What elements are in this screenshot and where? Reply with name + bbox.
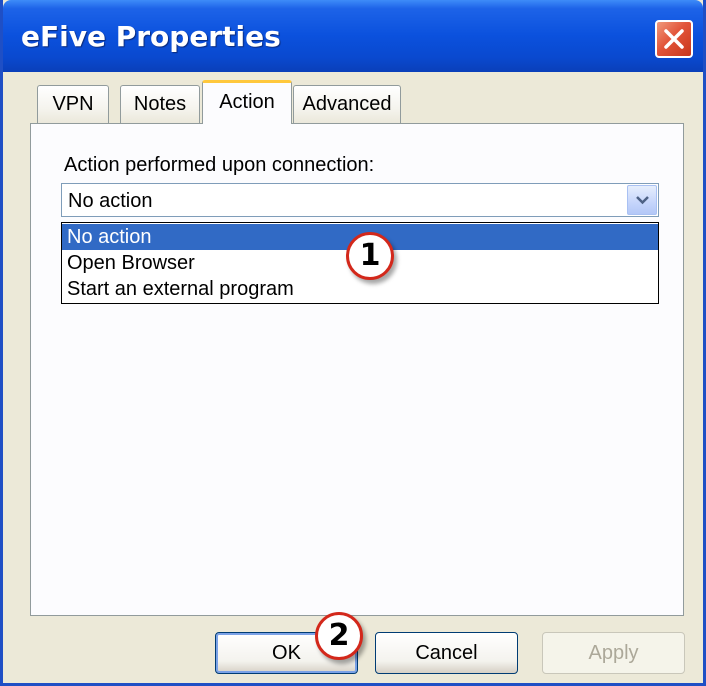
- action-label: Action performed upon connection:: [64, 154, 375, 176]
- properties-dialog: eFive Properties VPN Notes Action Advanc…: [0, 0, 706, 686]
- callout-marker-1: 1: [346, 232, 394, 280]
- action-tab-panel: Action performed upon connection: No act…: [30, 123, 684, 616]
- combo-selected-value: No action: [68, 190, 153, 212]
- chevron-down-icon: [636, 196, 649, 205]
- window-title: eFive Properties: [21, 20, 281, 53]
- combo-dropdown-button[interactable]: [627, 185, 657, 215]
- tab-advanced[interactable]: Advanced: [293, 85, 401, 123]
- action-combobox[interactable]: No action: [61, 183, 659, 217]
- apply-button[interactable]: Apply: [542, 632, 685, 674]
- option-start-external-program[interactable]: Start an external program: [62, 276, 658, 302]
- tab-notes[interactable]: Notes: [120, 85, 200, 123]
- close-button[interactable]: [655, 20, 693, 58]
- cancel-button[interactable]: Cancel: [375, 632, 518, 674]
- callout-marker-2: 2: [315, 612, 363, 660]
- tab-vpn[interactable]: VPN: [37, 85, 109, 123]
- title-bar[interactable]: eFive Properties: [3, 0, 703, 72]
- tab-action[interactable]: Action: [202, 80, 292, 124]
- close-icon: [664, 29, 684, 49]
